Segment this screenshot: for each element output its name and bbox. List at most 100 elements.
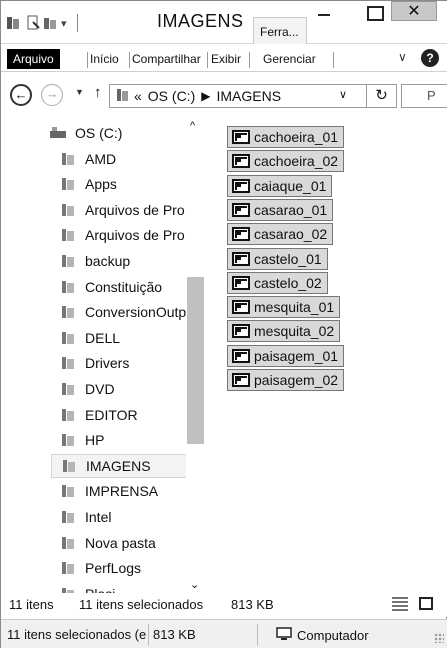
scroll-up-icon[interactable]: ^ — [190, 120, 195, 132]
back-button[interactable]: ← — [10, 84, 32, 106]
nav-item-label: Drivers — [85, 355, 130, 372]
file-item[interactable]: paisagem_01 — [227, 344, 345, 367]
window-title: IMAGENS — [157, 11, 244, 31]
file-item[interactable]: cachoeira_01 — [227, 126, 345, 148]
refresh-button[interactable]: ↻ — [367, 84, 397, 108]
file-name: cachoeira_02 — [254, 153, 339, 170]
file-list-pane[interactable]: cachoeira_01 cachoeira_02 caiaque_01 casara… — [209, 116, 447, 593]
nav-item-label: DVD — [85, 381, 115, 397]
file-item[interactable]: castelo_01 — [227, 247, 328, 270]
nav-item-label: Apps — [85, 176, 117, 193]
breadcrumb-overflow[interactable]: « — [134, 88, 142, 104]
breadcrumb-os-c[interactable]: OS (C:) — [148, 88, 195, 104]
up-arrow-icon: ↑ — [94, 84, 102, 101]
title-bar: ▾ IMAGENS Ferra... ✕ — [1, 1, 447, 44]
quick-access-dropdown-icon[interactable]: ▾ — [61, 13, 67, 33]
file-item[interactable]: mesquita_02 — [227, 320, 341, 343]
status-location: Computador — [276, 627, 369, 644]
navigation-pane[interactable]: Plasi... PerfLogs Nova pasta Intel IMPRENSA I… — [1, 116, 209, 593]
large-icons-view-icon[interactable] — [419, 597, 433, 610]
file-name: paisagem_02 — [254, 372, 339, 388]
image-file-icon — [232, 275, 250, 290]
breadcrumb-imagens[interactable]: IMAGENS — [216, 88, 281, 104]
file-item[interactable]: paisagem_02 — [227, 369, 345, 391]
tab-arquivo[interactable]: Arquivo — [7, 49, 60, 69]
file-item[interactable]: cachoeira_02 — [227, 150, 345, 173]
nav-item-label: HP — [85, 432, 105, 449]
folder-icon — [61, 484, 77, 498]
image-file-icon — [232, 251, 250, 266]
computer-icon — [276, 627, 292, 644]
nav-item[interactable]: IMAGENS — [51, 453, 187, 478]
image-file-icon — [232, 348, 250, 363]
address-dropdown-icon[interactable]: ∨ — [339, 88, 347, 101]
nav-item[interactable]: OS (C:) — [49, 121, 209, 145]
nav-item-label: Intel — [85, 509, 112, 525]
up-button[interactable]: ↑ — [94, 84, 102, 101]
help-icon[interactable]: ? — [421, 49, 439, 67]
resize-grip[interactable] — [434, 633, 444, 643]
file-item[interactable]: castelo_02 — [227, 271, 328, 294]
explorer-window: ▾ IMAGENS Ferra... ✕ Arquivo Início Comp… — [0, 0, 447, 648]
file-name: paisagem_01 — [254, 347, 339, 364]
address-bar[interactable]: « OS (C:) ▶ IMAGENS ∨ — [109, 84, 367, 108]
recent-locations-dropdown-icon[interactable]: ▼ — [75, 87, 84, 97]
nav-item-label: ConversionOutp — [85, 304, 187, 321]
nav-item-label: IMPRENSA — [85, 483, 159, 500]
ribbon-tabs: Arquivo Início Compartilhar Exibir Geren… — [1, 44, 447, 72]
scroll-down-icon[interactable]: ⌄ — [190, 578, 199, 591]
contextual-tab-tools[interactable]: Ferra... — [253, 17, 307, 44]
file-name: mesquita_02 — [254, 323, 335, 340]
ribbon-expand-chevron-icon[interactable]: ∨ — [398, 50, 407, 64]
nav-scrollbar-thumb[interactable] — [187, 277, 204, 444]
image-file-icon — [232, 227, 250, 242]
drive-icon — [49, 126, 69, 140]
tab-separator — [249, 52, 250, 68]
file-item[interactable]: casarao_01 — [227, 198, 334, 221]
maximize-button[interactable] — [363, 5, 385, 21]
folder-icon — [61, 536, 77, 550]
new-folder-icon[interactable] — [43, 13, 59, 33]
folder-icon — [61, 203, 77, 217]
minimize-button[interactable] — [313, 5, 335, 21]
image-file-icon — [232, 130, 250, 144]
file-name: castelo_01 — [254, 250, 322, 267]
tab-compartilhar[interactable]: Compartilhar — [132, 49, 201, 69]
folder-icon — [116, 88, 130, 105]
folder-icon — [61, 561, 77, 575]
nav-item-label: Arquivos de Pro — [85, 201, 185, 218]
file-name: castelo_02 — [254, 274, 322, 291]
nav-item-label: Plasi... — [85, 586, 127, 593]
file-item[interactable]: mesquita_01 — [227, 296, 341, 319]
details-status-row: 11 itens 11 itens selecionados 813 KB — [1, 593, 447, 617]
refresh-icon: ↻ — [375, 87, 388, 104]
folder-icon[interactable] — [6, 13, 22, 33]
nav-item-label: PerfLogs — [85, 560, 142, 577]
folder-icon — [61, 177, 77, 191]
search-input[interactable]: P — [401, 84, 447, 108]
nav-item-label: DELL — [85, 329, 121, 346]
properties-icon[interactable] — [27, 13, 41, 33]
breadcrumb-separator-icon[interactable]: ▶ — [201, 89, 210, 103]
nav-item-label: IMAGENS — [86, 457, 151, 474]
file-item[interactable]: caiaque_01 — [227, 174, 333, 197]
tab-gerenciar[interactable]: Gerenciar — [263, 49, 316, 69]
close-button[interactable]: ✕ — [391, 1, 437, 21]
details-view-icon[interactable] — [392, 597, 408, 611]
file-name: casarao_02 — [254, 226, 328, 243]
tab-inicio[interactable]: Início — [90, 49, 119, 69]
nav-item-label: AMD — [85, 150, 117, 167]
close-icon: ✕ — [407, 3, 421, 20]
status-separator — [148, 624, 149, 646]
image-file-icon — [232, 178, 250, 193]
folder-icon — [61, 382, 77, 396]
selected-size: 813 KB — [231, 597, 274, 612]
nav-item-label: Arquivos de Pro — [85, 227, 185, 244]
forward-button[interactable]: → — [41, 84, 63, 106]
folder-icon — [61, 280, 77, 294]
tab-separator — [129, 52, 130, 68]
status-separator — [257, 624, 258, 646]
title-separator — [77, 14, 78, 32]
tab-exibir[interactable]: Exibir — [211, 49, 241, 69]
file-item[interactable]: casarao_02 — [227, 223, 334, 246]
